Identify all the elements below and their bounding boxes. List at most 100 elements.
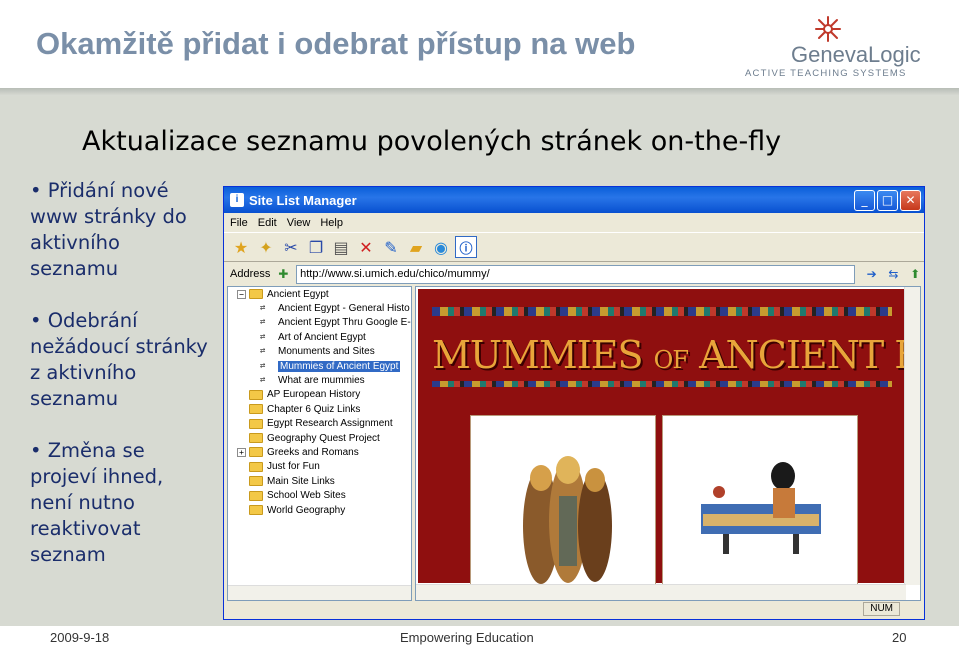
tree-item-label: Main Site Links <box>267 475 335 487</box>
properties-icon[interactable]: ✎ <box>380 236 402 258</box>
tree-item-label: Ancient Egypt - General Histo <box>278 303 410 315</box>
menu-bar: File Edit View Help <box>224 213 924 232</box>
tree-item-label: Egypt Research Assignment <box>267 418 393 430</box>
go-arrow-icon[interactable]: ➔ <box>863 265 881 283</box>
address-label: Address <box>230 268 271 280</box>
tree-link-item-selected[interactable]: ⇄ Mummies of Ancient Egypt <box>228 359 411 373</box>
company-logo: GenevaLogic Active Teaching Systems <box>745 14 945 80</box>
tree-folder-item[interactable]: World Geography <box>228 503 411 517</box>
maximize-button[interactable]: □ <box>877 189 898 211</box>
address-input[interactable]: http://www.si.umich.edu/chico/mummy/ <box>296 264 855 284</box>
folder-icon <box>249 418 263 429</box>
tree-item-label: Art of Ancient Egypt <box>278 331 366 343</box>
num-lock-indicator: NUM <box>863 602 900 616</box>
egypt-page: MUMMIES OF ANCIENT EGYPT <box>418 289 920 585</box>
add-address-icon[interactable]: ✚ <box>274 265 292 283</box>
site-list-manager-window: i Site List Manager _ □ ✕ File Edit View… <box>223 186 925 620</box>
tree-folder-item[interactable]: Just for Fun <box>228 460 411 474</box>
logo-star-icon <box>815 16 841 42</box>
link-icon: ⇄ <box>260 375 266 386</box>
content-panes: − Ancient Egypt ⇄ Ancient Egypt - General … <box>227 286 922 601</box>
close-button[interactable]: ✕ <box>900 189 921 211</box>
back-arrow-icon[interactable]: ⇆ <box>884 265 902 283</box>
link-icon: ⇄ <box>260 331 266 342</box>
decorative-frieze <box>432 381 892 387</box>
footer-tagline: Empowering Education <box>400 630 534 645</box>
bullet-text: Odebrání nežádoucí stránky z aktivního s… <box>30 309 208 410</box>
new-folder-icon[interactable]: ★ <box>230 236 252 258</box>
mummification-picture <box>701 462 821 554</box>
preview-vertical-scrollbar[interactable] <box>904 287 920 585</box>
new-item-icon[interactable]: ✦ <box>255 236 277 258</box>
window-controls: _ □ ✕ <box>854 189 921 211</box>
slide-header: Okamžitě přidat i odebrat přístup na web… <box>0 0 959 88</box>
folder-icon <box>249 289 263 300</box>
slide-subtitle: Aktualizace seznamu povolených stránek o… <box>82 126 782 157</box>
menu-edit[interactable]: Edit <box>258 217 277 229</box>
folder-icon <box>249 389 263 400</box>
bullet-item: • Změna se projeví ihned, není nutno rea… <box>30 439 164 566</box>
collapse-icon[interactable]: − <box>237 289 246 299</box>
preview-horizontal-scrollbar[interactable] <box>416 584 906 600</box>
cut-icon[interactable]: ✂ <box>280 236 302 258</box>
tree-folder-item[interactable]: Geography Quest Project <box>228 431 411 445</box>
menu-help[interactable]: Help <box>320 217 343 229</box>
toolbar: ★ ✦ ✂ ❐ ▤ ✕ ✎ ▰ ◉ ⓘ <box>224 232 924 262</box>
folder-icon <box>249 461 263 472</box>
import-icon[interactable]: ◉ <box>430 236 452 258</box>
open-icon[interactable]: ▰ <box>405 236 427 258</box>
tree-item-label: Monuments and Sites <box>278 346 375 358</box>
tree-item-label: What are mummies <box>278 375 365 387</box>
tree-root-item[interactable]: − Ancient Egypt <box>228 287 411 301</box>
footer-date: 2009-9-18 <box>50 630 110 645</box>
tree-item-label: Ancient Egypt Thru Google E- <box>278 317 411 329</box>
tree-link-item[interactable]: ⇄ Monuments and Sites <box>228 345 411 359</box>
bullet-item: • Přidání nové www stránky do aktivního … <box>30 179 187 280</box>
tree-folder-item[interactable]: Egypt Research Assignment <box>228 417 411 431</box>
tree-link-item[interactable]: ⇄ Art of Ancient Egypt <box>228 330 411 344</box>
title-bar[interactable]: i Site List Manager _ □ ✕ <box>224 187 924 213</box>
folder-icon <box>249 505 263 516</box>
tree-item-label: Just for Fun <box>267 461 320 473</box>
status-bar: NUM <box>227 601 922 617</box>
minimize-button[interactable]: _ <box>854 189 875 211</box>
banner-word: ANCIENT EGYPT <box>699 333 920 377</box>
banner-word: OF <box>653 346 689 374</box>
tree-link-item[interactable]: ⇄ What are mummies <box>228 373 411 387</box>
expand-icon[interactable]: + <box>237 447 246 457</box>
logo-tagline: Active Teaching Systems <box>745 68 907 79</box>
header-divider <box>0 88 959 96</box>
tree-horizontal-scrollbar[interactable] <box>228 585 411 600</box>
tree-link-item[interactable]: ⇄ Ancient Egypt Thru Google E- <box>228 316 411 330</box>
tree-item-label: Geography Quest Project <box>267 432 380 444</box>
site-tree: − Ancient Egypt ⇄ Ancient Egypt - General … <box>227 286 412 601</box>
tree-link-item[interactable]: ⇄ Ancient Egypt - General Histo <box>228 301 411 315</box>
copy-icon[interactable]: ❐ <box>305 236 327 258</box>
site-add-icon[interactable]: ⬆ <box>906 265 924 283</box>
link-icon: ⇄ <box>260 303 266 314</box>
folder-icon <box>249 447 263 458</box>
tree-folder-item[interactable]: Main Site Links <box>228 474 411 488</box>
address-bar: Address ✚ http://www.si.umich.edu/chico/… <box>224 262 924 286</box>
menu-view[interactable]: View <box>287 217 311 229</box>
web-preview-pane: MUMMIES OF ANCIENT EGYPT <box>415 286 921 601</box>
tree-item-label: World Geography <box>267 504 346 516</box>
banner-word: MUMMIES <box>432 333 644 377</box>
link-icon: ⇄ <box>260 346 266 357</box>
info-icon[interactable]: ⓘ <box>455 236 477 258</box>
paste-icon[interactable]: ▤ <box>330 236 352 258</box>
sarcophagi-picture <box>523 456 612 584</box>
delete-icon[interactable]: ✕ <box>355 236 377 258</box>
tree-folder-item[interactable]: Chapter 6 Quiz Links <box>228 402 411 416</box>
folder-icon <box>249 404 263 415</box>
tree-folder-item[interactable]: AP European History <box>228 388 411 402</box>
tree-folder-item[interactable]: School Web Sites <box>228 488 411 502</box>
folder-icon <box>249 490 263 501</box>
folder-icon <box>249 476 263 487</box>
bullet-text: Přidání nové www stránky do aktivního se… <box>30 179 187 280</box>
menu-file[interactable]: File <box>230 217 248 229</box>
decorative-frieze <box>432 307 892 316</box>
tree-folder-item[interactable]: + Greeks and Romans <box>228 445 411 459</box>
tree-item-label: Ancient Egypt <box>267 288 329 300</box>
tree-item-label: Greeks and Romans <box>267 446 359 458</box>
